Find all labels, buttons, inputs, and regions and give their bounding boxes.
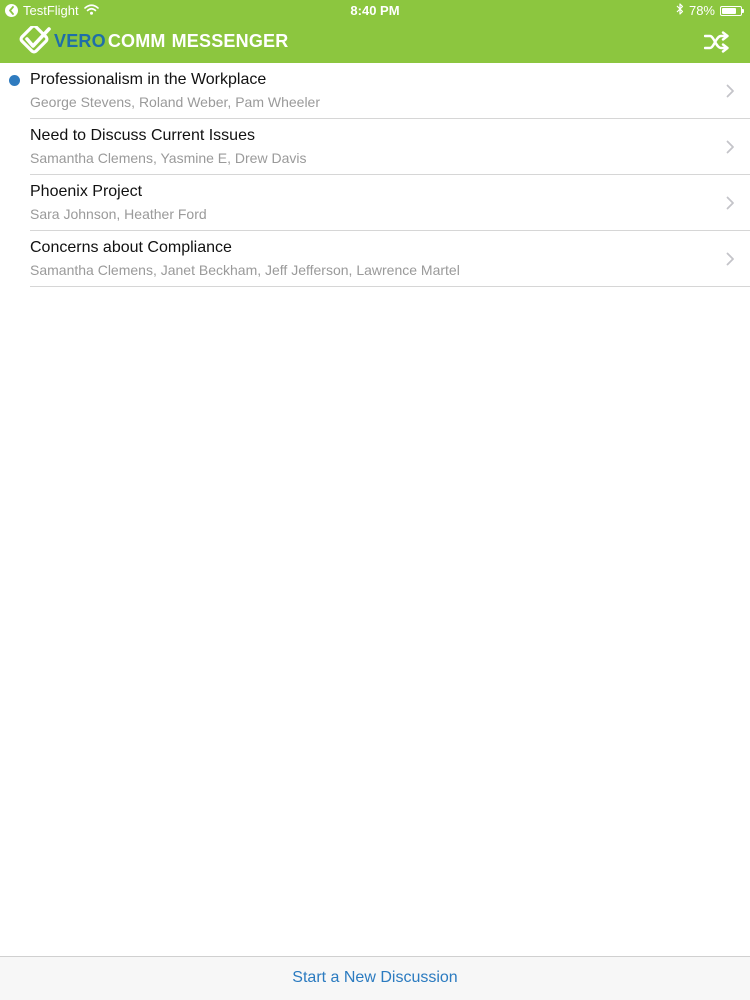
discussion-row[interactable]: Professionalism in the Workplace George … — [0, 63, 750, 119]
discussion-title: Concerns about Compliance — [30, 239, 232, 256]
bluetooth-icon — [676, 3, 684, 18]
discussion-participants: Samantha Clemens, Yasmine E, Drew Davis — [30, 150, 307, 166]
logo-text: VERO COMM MESSENGER — [54, 31, 288, 52]
checkmark-logo-icon — [19, 26, 51, 54]
status-time: 8:40 PM — [350, 3, 400, 18]
chevron-right-icon — [726, 196, 734, 210]
discussion-title: Professionalism in the Workplace — [30, 71, 267, 88]
bottom-toolbar: Start a New Discussion — [0, 956, 750, 1000]
discussion-participants: Samantha Clemens, Janet Beckham, Jeff Je… — [30, 262, 460, 278]
battery-level — [722, 7, 736, 14]
unread-dot-icon — [9, 75, 20, 86]
discussion-row[interactable]: Need to Discuss Current Issues Samantha … — [0, 119, 750, 175]
chevron-right-icon — [726, 84, 734, 98]
logo-messenger: MESSENGER — [171, 30, 289, 51]
shuffle-button[interactable] — [702, 28, 732, 56]
nav-bar: VERO COMM MESSENGER — [0, 20, 750, 63]
discussion-title: Need to Discuss Current Issues — [30, 127, 255, 144]
start-new-discussion-button[interactable]: Start a New Discussion — [0, 969, 750, 987]
discussion-participants: George Stevens, Roland Weber, Pam Wheele… — [30, 94, 321, 110]
discussion-participants: Sara Johnson, Heather Ford — [30, 206, 207, 222]
discussion-row[interactable]: Concerns about Compliance Samantha Cleme… — [0, 231, 750, 287]
discussion-title: Phoenix Project — [30, 183, 143, 200]
chevron-right-icon — [726, 252, 734, 266]
chevron-right-icon — [726, 140, 734, 154]
shuffle-icon — [704, 31, 729, 53]
discussion-row[interactable]: Phoenix Project Sara Johnson, Heather Fo… — [0, 175, 750, 231]
logo-vero: VERO — [54, 30, 106, 51]
status-bar: TestFlight 8:40 PM 78% — [0, 0, 750, 20]
app-logo: VERO COMM MESSENGER — [19, 26, 288, 56]
status-right: 78% — [676, 3, 744, 18]
logo-comm: COMM — [107, 30, 166, 51]
battery-percent: 78% — [688, 3, 715, 18]
battery-icon — [720, 5, 744, 16]
discussion-list: Professionalism in the Workplace George … — [0, 63, 750, 287]
